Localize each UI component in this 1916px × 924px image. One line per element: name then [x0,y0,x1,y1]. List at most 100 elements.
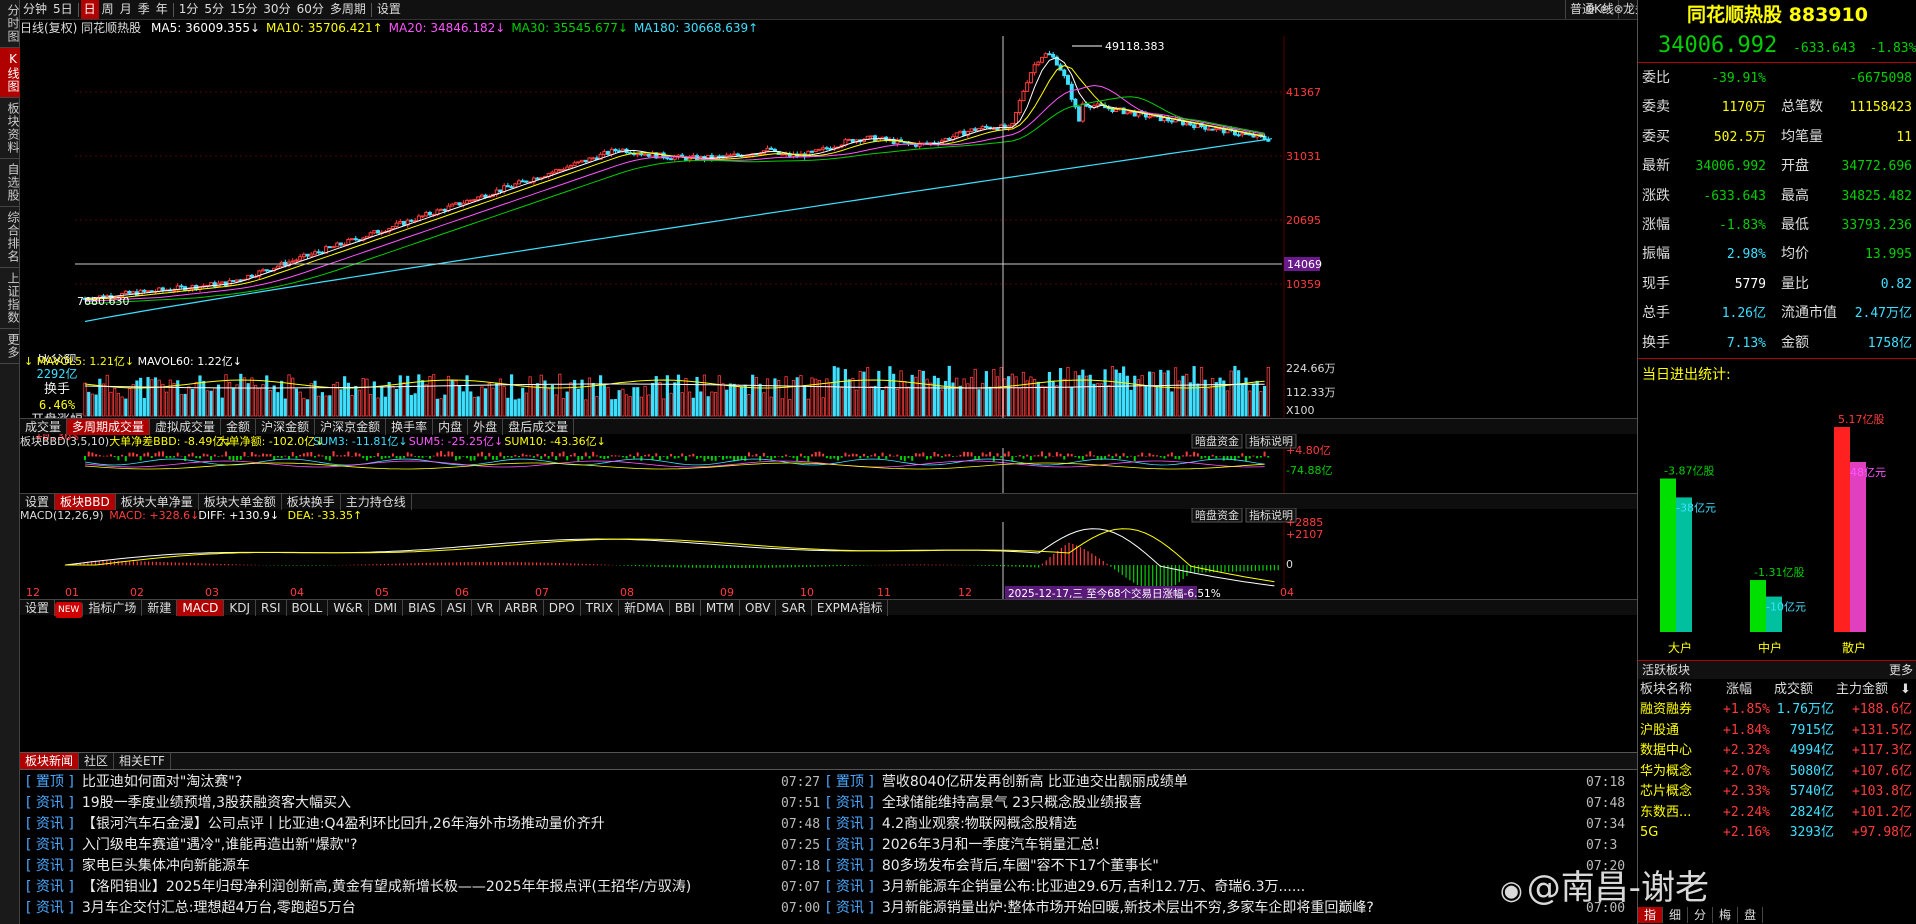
bbd-chart[interactable]: 板块BBD(3,5,10) 大单净差BBD: -8.49亿↓大单净额: -102.… [20,434,1637,494]
indicator-tab-14[interactable]: DPO [544,600,581,616]
volume-tab-5[interactable]: 沪深京金额 [315,419,387,435]
news-item[interactable]: [ 资讯 ] 2026年3月和一季度汽车销量汇总! 07:3 [826,835,1626,856]
macd-bar [946,564,948,566]
indicator-tab-19[interactable]: OBV [740,600,777,616]
news-item[interactable]: [ 资讯 ] 4.2商业观察:物联网概念股精选 07:34 [826,814,1626,835]
news-item[interactable]: [ 资讯 ] 3月车企交付汇总:理想超4万台,零跑超5万台 07:00 [26,898,821,919]
indicator-tab-7[interactable]: BOLL [287,600,329,616]
indicator-tab-6[interactable]: RSI [256,600,287,616]
news-item[interactable]: [ 资讯 ] 【洛阳钼业】2025年归母净利润创新高,黄金有望成新增长极——202… [26,877,821,898]
panel-tab-4[interactable]: 盘 [1738,907,1764,923]
volume-tab-8[interactable]: 外盘 [468,419,504,435]
period-12[interactable]: 多周期 [327,0,369,19]
sector-row[interactable]: 沪股通 +1.84% 7915亿 +131.5亿 [1638,721,1916,741]
news-item[interactable]: [ 资讯 ] 全球储能维持高景气 23只概念股业绩报喜 07:48 [826,793,1626,814]
bbd-bar [566,456,569,461]
volume-tab-4[interactable]: 沪深金额 [256,419,316,435]
left-tab-3[interactable]: 自选股 [0,159,20,207]
volume-tab-2[interactable]: 虚拟成交量 [150,419,222,435]
month-label: 03 [205,586,219,599]
indicator-tab-11[interactable]: ASI [442,600,473,616]
news-item[interactable]: [ 资讯 ] 入门级电车赛道"遇冷",谁能再造出新"爆款"? 07:25 [26,835,821,856]
volume-tab-7[interactable]: 内盘 [433,419,469,435]
volume-bar [869,386,873,417]
news-item[interactable]: [ 资讯 ] 19股一季度业绩预增,3股获融资客大幅买入 07:51 [26,793,821,814]
period-9[interactable]: 15分 [227,0,260,19]
period-10[interactable]: 30分 [260,0,293,19]
indicator-tab-12[interactable]: VR [472,600,500,616]
sort-down-icon[interactable]: ⬇ [1900,680,1911,700]
macd-bar [1064,545,1066,566]
sector-row[interactable]: 华为概念 +2.07% 5080亿 +107.6亿 [1638,762,1916,782]
bbd-bar [373,456,376,457]
news-item[interactable]: [ 资讯 ] 家电巨头集体冲向新能源车 07:18 [26,856,821,877]
close-icon[interactable]: ⊗ [1613,2,1623,16]
indicator-tab-13[interactable]: ARBR [500,600,544,616]
panel-tab-1[interactable]: 细 [1663,907,1689,923]
period-3[interactable]: 周 [99,0,117,19]
indicator-tab-5[interactable]: KDJ [224,600,257,616]
indicator-tab-16[interactable]: 新DMA [619,600,670,616]
indicator-tab-21[interactable]: EXPMA指标 [812,600,889,616]
sector-row[interactable]: 东数西... +2.24% 2824亿 +101.2亿 [1638,803,1916,823]
panel-tab-3[interactable]: 梅 [1713,907,1739,923]
volume-tab-6[interactable]: 换手率 [386,419,434,435]
indicator-tab-1[interactable]: NEW [55,602,84,618]
bbd-bar [703,456,706,462]
period-4[interactable]: 月 [117,0,135,19]
sector-row[interactable]: 数据中心 +2.32% 4994亿 +117.3亿 [1638,741,1916,761]
left-tab-0[interactable]: 分时图 [0,0,20,48]
more-sectors-button[interactable]: 更多 [1889,661,1913,679]
panel-tab-2[interactable]: 分 [1688,907,1714,923]
indicator-tab-8[interactable]: W&R [328,600,369,616]
period-8[interactable]: 5分 [201,0,227,19]
period-2[interactable]: 日 [80,0,99,19]
left-tab-4[interactable]: 综合排名 [0,207,20,268]
sector-row[interactable]: 5G +2.16% 3293亿 +97.98亿 [1638,823,1916,843]
left-tab-6[interactable]: 更多 [0,329,20,364]
period-7[interactable]: 1分 [176,0,202,19]
indicator-tab-3[interactable]: 新建 [142,600,178,616]
indicator-tab-17[interactable]: BBI [670,600,701,616]
period-1[interactable]: 5日 [50,0,76,19]
period-13[interactable]: 设置 [374,0,404,19]
kline-chart[interactable]: 51702 41367 31031 20695 10359 14069 49118.383 7… [20,36,1637,354]
macd-chart[interactable]: MACD(12,26,9) MACD: +328.6↓ DIFF: +130.9↓ D… [20,508,1637,600]
indicator-tab-4[interactable]: MACD [177,600,225,616]
minimize-icon[interactable]: ⊖ [1600,2,1610,16]
news-item[interactable]: [ 资讯 ] 【银河汽车石金漫】公司点评丨比亚迪:Q4盈利环比回升,26年海外市场… [26,814,821,835]
period-11[interactable]: 60分 [294,0,327,19]
news-tab-1[interactable]: 社区 [79,753,115,769]
volume-tab-0[interactable]: 成交量 [20,419,68,435]
sector-row[interactable]: 融资融券 +1.85% 1.76万亿 +188.6亿 [1638,700,1916,720]
news-item[interactable]: [ 置顶 ] 营收8040亿研发再创新高 比亚迪交出靓丽成绩单 07:18 [826,772,1626,793]
indicator-tab-20[interactable]: SAR [776,600,812,616]
left-tab-5[interactable]: 上证指数 [0,268,20,329]
volume-chart[interactable]: ↓ MAVOL5: 1.21亿↓ MAVOL60: 1.22亿↓ 224.66万 11… [20,354,1637,420]
sector-row[interactable]: 芯片概念 +2.33% 5740亿 +103.8亿 [1638,782,1916,802]
news-tab-0[interactable]: 板块新闻 [20,753,80,769]
quote-value: 34772.696 [1841,159,1912,175]
indicator-tab-0[interactable]: 设置 [20,600,56,616]
indicator-tab-9[interactable]: DMI [369,600,404,616]
period-0[interactable]: 分钟 [20,0,50,19]
period-6[interactable]: 年 [153,0,171,19]
indicator-tab-2[interactable]: 指标广场 [83,600,143,616]
indicator-tab-10[interactable]: BIAS [403,600,442,616]
volume-tab-3[interactable]: 金额 [221,419,257,435]
news-tab-2[interactable]: 相关ETF [114,753,171,769]
volume-tab-1[interactable]: 多周期成交量 [67,419,151,435]
news-item[interactable]: [ 置顶 ] 比亚迪如何面对"淘汰赛"? 07:27 [26,772,821,793]
indicator-tab-18[interactable]: MTM [701,600,740,616]
panel-tab-0[interactable]: 指 [1638,907,1664,923]
period-5[interactable]: 季 [135,0,153,19]
indicator-tab-15[interactable]: TRIX [581,600,620,616]
settings-icon[interactable]: ⚙ [1585,2,1596,16]
volume-bar [1033,379,1037,417]
volume-bar [142,397,146,417]
volume-tab-9[interactable]: 盘后成交量 [503,419,575,435]
left-tab-2[interactable]: 板块资料 [0,98,20,159]
bbd-button-0[interactable]: 暗盘资金 [1191,434,1243,449]
left-tab-1[interactable]: K线图 [0,48,20,98]
macd-button-0[interactable]: 暗盘资金 [1191,508,1243,523]
